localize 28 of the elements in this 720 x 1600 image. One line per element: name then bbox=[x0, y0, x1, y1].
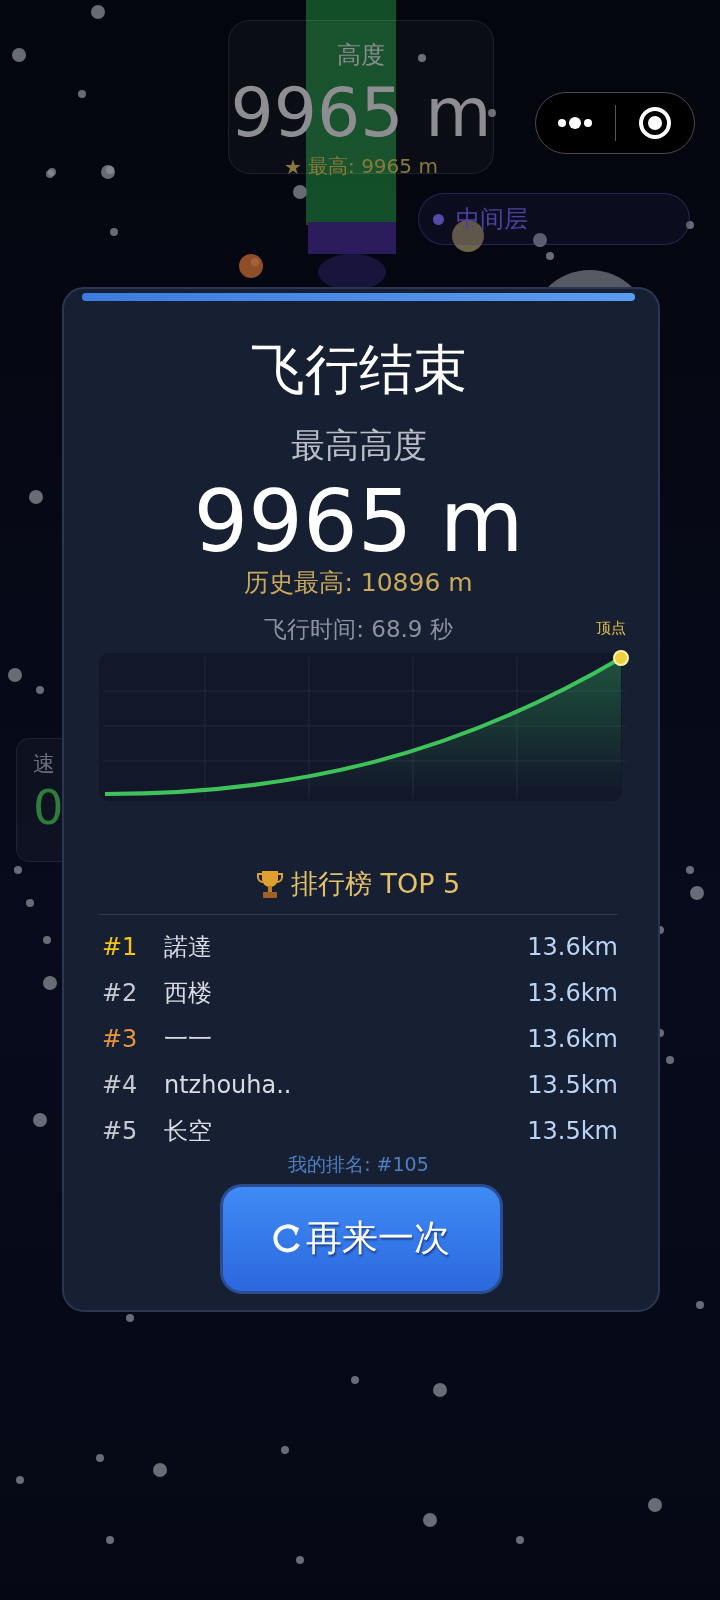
player-distance: 13.5km bbox=[527, 1070, 618, 1099]
retry-button[interactable]: 再来一次 bbox=[219, 1183, 503, 1294]
player-distance: 13.6km bbox=[527, 932, 618, 961]
rank-number: #3 bbox=[102, 1024, 139, 1053]
speed-label: 速 bbox=[33, 750, 56, 778]
my-rank: 我的排名: #105 bbox=[288, 1151, 429, 1177]
player-name: ntzhouha.. bbox=[164, 1070, 293, 1099]
peak-point-label: 顶点 bbox=[596, 618, 626, 638]
rank-number: #4 bbox=[102, 1070, 139, 1099]
rank-number: #1 bbox=[102, 932, 139, 961]
speed-value: 0 bbox=[33, 779, 65, 837]
flight-time: 飞行时间: 68.9 秒 bbox=[264, 614, 453, 644]
player-name: 长空 bbox=[164, 1115, 213, 1147]
peak-altitude: 9965 m bbox=[193, 478, 524, 565]
record-altitude: 历史最高: 10896 m bbox=[244, 567, 473, 600]
altitude-label: 高度 bbox=[337, 40, 385, 71]
dialog-title: 飞行结束 bbox=[250, 338, 467, 403]
rank-number: #2 bbox=[102, 978, 139, 1007]
peak-label: 最高高度 bbox=[290, 423, 427, 467]
player-name: 西楼 bbox=[164, 977, 213, 1009]
leaderboard-title: 排行榜 TOP 5 bbox=[290, 866, 461, 901]
player-name: 一一 bbox=[164, 1023, 213, 1055]
player-distance: 13.6km bbox=[527, 1024, 618, 1053]
player-name: 諾達 bbox=[164, 931, 213, 963]
rank-number: #5 bbox=[102, 1116, 139, 1145]
star-icon: ★ bbox=[284, 154, 303, 179]
player-distance: 13.5km bbox=[527, 1116, 618, 1145]
player-distance: 13.6km bbox=[527, 978, 618, 1007]
